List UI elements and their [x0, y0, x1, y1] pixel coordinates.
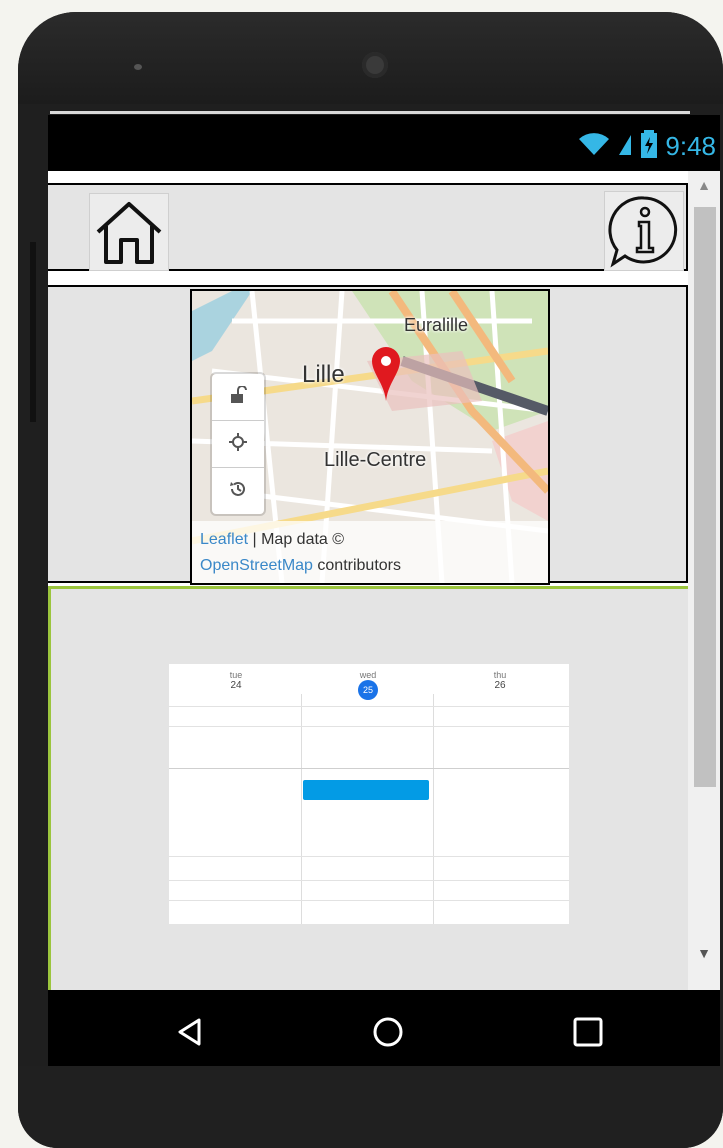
- calendar-section: tue 24 wed 25 thu 26: [48, 589, 688, 990]
- status-time: 9:48: [665, 131, 716, 161]
- home-button[interactable]: [89, 193, 169, 271]
- header-bar: [48, 183, 688, 271]
- phone-frame: 9:48 Lille Euralille Lille-Centre Leafle…: [18, 12, 723, 1148]
- app-content: Lille Euralille Lille-Centre Leaflet | M…: [48, 171, 720, 990]
- phone-screen: 9:48 Lille Euralille Lille-Centre Leafle…: [48, 115, 720, 1078]
- map-label-lille: Lille: [302, 361, 345, 388]
- map-data-text: | Map data ©: [252, 531, 345, 548]
- map-label-euralille: Euralille: [404, 315, 469, 335]
- day-header: thu 26: [435, 670, 565, 691]
- battery-icon: [639, 129, 659, 164]
- locate-icon: [229, 432, 247, 456]
- grid-line: [169, 900, 569, 901]
- back-icon: [175, 1017, 205, 1052]
- recents-icon: [572, 1016, 604, 1053]
- back-button[interactable]: [166, 1010, 214, 1058]
- lock-icon: [229, 384, 247, 409]
- calendar-event[interactable]: [303, 780, 429, 800]
- recents-button[interactable]: [564, 1010, 612, 1058]
- grid-line: [301, 694, 302, 924]
- day-header-today: wed 25: [303, 670, 433, 700]
- grid-line: [169, 768, 569, 769]
- phone-top-bezel: [18, 12, 723, 104]
- phone-bottom-bezel: [18, 1066, 723, 1148]
- sensor-dot: [134, 64, 142, 70]
- grid-line: [169, 726, 569, 727]
- status-bar: 9:48: [48, 115, 720, 171]
- home-circle-icon: [371, 1015, 405, 1054]
- navigation-bar: [48, 990, 720, 1078]
- map-controls: [212, 374, 264, 514]
- grid-line: [169, 706, 569, 707]
- home-nav-button[interactable]: [364, 1010, 412, 1058]
- side-button: [30, 242, 36, 422]
- info-icon: [605, 196, 683, 274]
- calendar-view[interactable]: tue 24 wed 25 thu 26: [169, 664, 569, 924]
- grid-line: [169, 880, 569, 881]
- camera: [362, 52, 388, 78]
- contributors-text: contributors: [317, 557, 401, 574]
- info-button[interactable]: [604, 191, 684, 271]
- map-label-lille-centre: Lille-Centre: [324, 449, 427, 471]
- section-divider: [48, 274, 688, 277]
- home-icon: [90, 202, 168, 274]
- leaflet-link[interactable]: Leaflet: [200, 531, 248, 548]
- signal-icon: [617, 131, 633, 162]
- today-badge: 25: [358, 680, 378, 700]
- day-header: tue 24: [171, 670, 301, 691]
- history-icon: [229, 480, 247, 503]
- scroll-up-arrow-icon[interactable]: ▲: [688, 177, 720, 199]
- map-attribution: Leaflet | Map data © OpenStreetMap contr…: [192, 521, 548, 583]
- map-view[interactable]: Lille Euralille Lille-Centre Leaflet | M…: [190, 289, 550, 585]
- wifi-icon: [577, 131, 611, 162]
- osm-link[interactable]: OpenStreetMap: [200, 557, 313, 574]
- scrollbar[interactable]: ▲ ▼: [688, 171, 720, 990]
- bezel-divider: [50, 111, 690, 114]
- lock-button[interactable]: [212, 374, 264, 421]
- grid-line: [169, 856, 569, 857]
- map-section: Lille Euralille Lille-Centre Leaflet | M…: [48, 285, 688, 585]
- day-number: 24: [230, 680, 242, 691]
- day-number: 26: [494, 680, 506, 691]
- history-button[interactable]: [212, 468, 264, 514]
- grid-line: [433, 694, 434, 924]
- scroll-down-arrow-icon[interactable]: ▼: [688, 945, 720, 967]
- scroll-thumb[interactable]: [694, 207, 716, 787]
- locate-button[interactable]: [212, 421, 264, 468]
